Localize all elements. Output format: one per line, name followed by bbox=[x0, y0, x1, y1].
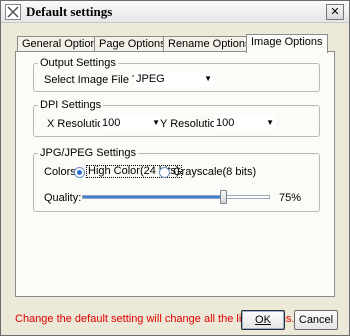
file-type-select[interactable]: JPEG ▼ bbox=[134, 71, 214, 87]
x-resolution-value: 100 bbox=[102, 117, 121, 129]
output-settings-legend: Output Settings bbox=[38, 57, 118, 69]
chevron-down-icon: ▼ bbox=[266, 118, 274, 127]
quality-slider[interactable] bbox=[82, 190, 270, 204]
dpi-settings-group: DPI Settings X Resolution: 100 ▼ Y Resol… bbox=[33, 99, 320, 137]
tab-page-options[interactable]: Page Options bbox=[94, 36, 171, 52]
chevron-down-icon: ▼ bbox=[204, 74, 212, 83]
quality-slider-thumb[interactable] bbox=[220, 190, 227, 204]
title-bar[interactable]: Default settings ✕ bbox=[1, 1, 349, 23]
close-icon[interactable]: ✕ bbox=[326, 4, 344, 20]
cancel-button[interactable]: Cancel bbox=[294, 310, 338, 330]
high-color-radio[interactable] bbox=[74, 167, 85, 178]
document-icon bbox=[5, 4, 21, 20]
quality-value: 75% bbox=[279, 192, 302, 204]
quality-slider-fill bbox=[83, 196, 223, 198]
tab-rename-options[interactable]: Rename Options bbox=[163, 36, 256, 52]
window-title: Default settings bbox=[26, 4, 113, 19]
grayscale-radio[interactable] bbox=[159, 167, 170, 178]
dialog-window: Default settings ✕ General Options Page … bbox=[0, 0, 350, 336]
output-settings-group: Output Settings Select Image File Type: … bbox=[33, 57, 320, 92]
y-resolution-select[interactable]: 100 ▼ bbox=[214, 115, 276, 131]
image-options-panel: Output Settings Select Image File Type: … bbox=[15, 51, 335, 297]
tab-image-options[interactable]: Image Options bbox=[246, 34, 328, 53]
chevron-down-icon: ▼ bbox=[152, 118, 160, 127]
quality-label: Quality: bbox=[44, 192, 82, 204]
ok-button[interactable]: OK bbox=[241, 310, 285, 330]
jpg-settings-legend: JPG/JPEG Settings bbox=[38, 147, 138, 159]
file-type-value: JPEG bbox=[136, 73, 165, 85]
dpi-settings-legend: DPI Settings bbox=[38, 99, 104, 111]
x-resolution-select[interactable]: 100 ▼ bbox=[100, 115, 162, 131]
y-resolution-value: 100 bbox=[216, 117, 235, 129]
grayscale-label[interactable]: Grayscale(8 bits) bbox=[173, 166, 256, 178]
jpg-settings-group: JPG/JPEG Settings Colors: High Color(24 … bbox=[33, 147, 320, 212]
ok-button-label: OK bbox=[255, 314, 271, 326]
